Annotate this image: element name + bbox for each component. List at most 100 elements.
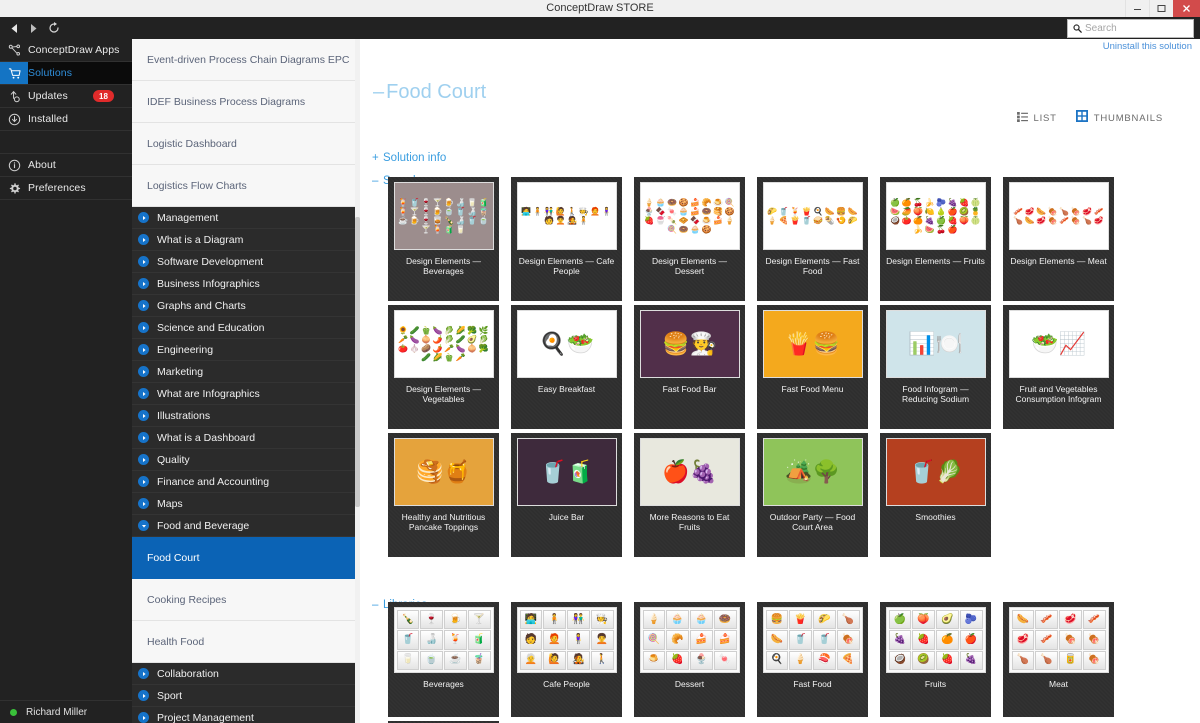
- category-item-what-are-infographics[interactable]: What are Infographics: [132, 383, 360, 405]
- section-solution-info[interactable]: + Solution info: [372, 152, 446, 164]
- sample-thumbnail[interactable]: 🌻 🥒 🫑 🍆 🥬 🌽 🥦 🌿 🥕 🍆 🧅 🌶️ 🥬 🥒 🥑 🥬 🍅 🧄 🥔 🌶️ 🥕 🍆 🧅 🥦 🥒 🌽 🫑 🥕: [393, 310, 494, 378]
- category-item-science-and-education[interactable]: Science and Education: [132, 317, 360, 339]
- library-thumbnail[interactable]: 🍦 🧁 🧁 🍩 🍭 🥐 🍰 🍰 🍮 🍓 🍨 🍬: [639, 607, 740, 673]
- sample-thumbnail[interactable]: 🍎🍇: [639, 438, 740, 506]
- category-item-what-is-a-diagram[interactable]: What is a Diagram: [132, 229, 360, 251]
- sample-card[interactable]: 🥤🧃 Juice Bar: [511, 433, 622, 557]
- view-thumbnails-button[interactable]: THUMBNAILS: [1075, 109, 1163, 127]
- sample-label: Food Infogram — Reducing Sodium: [901, 384, 970, 404]
- sample-thumbnail[interactable]: 🍦 🧁 🍩 🍪 🍰 🥐 🍮 🍭 🍨 🍫 🍬 🧁 🍰 🍩 🥞 🍪 🍓 🍧 🍡 🧇 🍫 🍮 🍰 🍦 🍭 🍩 🧁 🍪: [639, 182, 740, 250]
- sidebar-item-installed[interactable]: Installed: [0, 108, 132, 131]
- sample-thumbnail[interactable]: 🏕️🌳: [762, 438, 863, 506]
- sample-thumbnail[interactable]: 🧑‍💻 🧍 👫 🙋 🚶 🧑‍🍳 🧑‍🦰 🧍‍♀️ 🧑 🧑‍🦱 🧑‍🎤 🧍: [516, 182, 617, 250]
- sample-thumbnail[interactable]: 🌮 🥤 🍹 🍟 🍳 🌭 🍔 🌭 🍦 🍕 🍟 🥤 🥪 🌯 🍤 🌮: [762, 182, 863, 250]
- sample-card[interactable]: 🍏 🍊 🍒 🍌 🫐 🍇 🍓 🍈 🍉 🥭 🍑 🍋 🍐 🍎 🥝 🍍 🥥 🍅 🍊 🍇 🍏 🍓 🍑 🍈 🍌 🍉 🍒 🍎 Design Eleme…: [880, 177, 991, 301]
- library-icon-cell: 🌭: [1011, 610, 1035, 630]
- sample-card[interactable]: 🍦 🧁 🍩 🍪 🍰 🥐 🍮 🍭 🍨 🍫 🍬 🧁 🍰 🍩 🥞 🍪 🍓 🍧 🍡 🧇 🍫 🍮 🍰 🍦 🍭 🍩 🧁 🍪 Design Eleme…: [634, 177, 745, 301]
- category-item-quality[interactable]: Quality: [132, 449, 360, 471]
- library-card[interactable]: 🍾 🍷 🍺 🍸 🥤 🍶 🍹 🧃 🥛 🍵 ☕ 🧋 Beverages: [388, 602, 499, 717]
- sidebar-item-solutions[interactable]: Solutions: [0, 62, 132, 85]
- sample-card[interactable]: 🍟🍔 Fast Food Menu: [757, 305, 868, 429]
- category-item-sport[interactable]: Sport: [132, 685, 360, 707]
- search-input[interactable]: [1085, 21, 1181, 36]
- minimize-icon[interactable]: [1125, 0, 1149, 17]
- sample-card[interactable]: 🧑‍💻 🧍 👫 🙋 🚶 🧑‍🍳 🧑‍🦰 🧍‍♀️ 🧑 🧑‍🦱 🧑‍🎤 🧍 Design Elements…: [511, 177, 622, 301]
- sample-thumbnail[interactable]: 🥤🥬: [885, 438, 986, 506]
- sample-card[interactable]: 🌻 🥒 🫑 🍆 🥬 🌽 🥦 🌿 🥕 🍆 🧅 🌶️ 🥬 🥒 🥑 🥬 🍅 🧄 🥔 🌶️ 🥕 🍆 🧅 🥦 🥒 🌽 🫑 🥕 Design Ele…: [388, 305, 499, 429]
- sample-thumbnail[interactable]: 🥞🍯: [393, 438, 494, 506]
- library-icon-cell: 🍓: [666, 650, 689, 670]
- subcategory-item-cooking-recipes[interactable]: Cooking Recipes: [132, 579, 360, 621]
- sample-thumbnail[interactable]: 🍟🍔: [762, 310, 863, 378]
- sample-card[interactable]: 🏕️🌳 Outdoor Party — Food Court Area: [757, 433, 868, 557]
- solution-item-logistic-dashboard[interactable]: Logistic Dashboard: [132, 123, 360, 165]
- sample-card[interactable]: 🌮 🥤 🍹 🍟 🍳 🌭 🍔 🌭 🍦 🍕 🍟 🥤 🥪 🌯 🍤 🌮 Design Elements — Fast F…: [757, 177, 868, 301]
- search-box[interactable]: [1067, 19, 1194, 38]
- sample-card[interactable]: 🍳🥗 Easy Breakfast: [511, 305, 622, 429]
- category-item-collaboration[interactable]: Collaboration: [132, 663, 360, 685]
- uninstall-solution-link[interactable]: Uninstall this solution: [1103, 41, 1192, 52]
- category-item-management[interactable]: Management: [132, 207, 360, 229]
- category-item-illustrations[interactable]: Illustrations: [132, 405, 360, 427]
- subcategory-item-health-food[interactable]: Health Food: [132, 621, 360, 663]
- sidebar-item-conceptdraw-apps[interactable]: ConceptDraw Apps: [0, 39, 132, 62]
- maximize-icon[interactable]: [1149, 0, 1173, 17]
- library-icon-cell: 🍦: [789, 650, 812, 670]
- subcategory-item-food-court[interactable]: Food Court: [132, 537, 360, 579]
- sidebar-item-updates[interactable]: Updates 18: [0, 85, 132, 108]
- category-item-engineering[interactable]: Engineering: [132, 339, 360, 361]
- sample-thumbnail[interactable]: 🥗📈: [1008, 310, 1109, 378]
- category-item-project-management[interactable]: Project Management: [132, 707, 360, 723]
- sample-card[interactable]: 🥞🍯 Healthy and Nutritious Pancake Topping…: [388, 433, 499, 557]
- category-item-software-development[interactable]: Software Development: [132, 251, 360, 273]
- library-card[interactable]: 🍏 🍑 🥑 🫐 🍇 🍓 🍊 🍎 🥥 🥝 🍓 🍇 Fruits: [880, 602, 991, 717]
- sample-card[interactable]: 🥓 🥩 🌭 🍖 🍗 🍖 🥩 🥓 🍗 🌭 🥩 🍖 🥓 🍖 🍗 🥩 Design Elements — Meat: [1003, 177, 1114, 301]
- forward-icon[interactable]: [25, 20, 42, 36]
- category-item-what-is-a-dashboard[interactable]: What is a Dashboard: [132, 427, 360, 449]
- category-item-finance-and-accounting[interactable]: Finance and Accounting: [132, 471, 360, 493]
- sample-thumbnail[interactable]: 🍔🧑‍🍳: [639, 310, 740, 378]
- library-thumbnail[interactable]: 🍏 🍑 🥑 🫐 🍇 🍓 🍊 🍎 🥥 🥝 🍓 🍇: [885, 607, 986, 673]
- back-icon[interactable]: [6, 20, 23, 36]
- library-card[interactable]: 🍦 🧁 🧁 🍩 🍭 🥐 🍰 🍰 🍮 🍓 🍨 🍬 Dessert: [634, 602, 745, 717]
- page-title-collapse-sign[interactable]: –: [373, 81, 384, 103]
- sample-thumbnail[interactable]: 🍏 🍊 🍒 🍌 🫐 🍇 🍓 🍈 🍉 🥭 🍑 🍋 🍐 🍎 🥝 🍍 🥥 🍅 🍊 🍇 🍏 🍓 🍑 🍈 🍌 🍉 🍒 🍎: [885, 182, 986, 250]
- sample-card[interactable]: 🍎🍇 More Reasons to Eat Fruits: [634, 433, 745, 557]
- sample-thumbnail[interactable]: 🍹 🥤 🍷 🍸 🍺 🍶 🥛 🧃 🍹 🍸 🍷 🍺 🍵 🥤 🍶 🧋 ☕ 🍺 🍷 🥃 🍾 🍶 🥤 🍵 🍸 🍹 🧃 🥛: [393, 182, 494, 250]
- close-icon[interactable]: [1173, 0, 1200, 17]
- view-list-button[interactable]: LIST: [1016, 109, 1057, 127]
- category-item-graphs-and-charts[interactable]: Graphs and Charts: [132, 295, 360, 317]
- library-card[interactable]: 🧑‍💻 🧍 👫 🧑‍🍳 🧑 🧑‍🦰 🧍‍♀️ 🧑‍🦱 🧑‍🦳 🙋 🧑‍🎤 🚶 Cafe People: [511, 602, 622, 717]
- library-thumbnail[interactable]: 🧑‍💻 🧍 👫 🧑‍🍳 🧑 🧑‍🦰 🧍‍♀️ 🧑‍🦱 🧑‍🦳 🙋 🧑‍🎤 🚶: [516, 607, 617, 673]
- sample-thumbnail[interactable]: 📊🍽️: [885, 310, 986, 378]
- library-thumbnail[interactable]: 🍾 🍷 🍺 🍸 🥤 🍶 🍹 🧃 🥛 🍵 ☕ 🧋: [393, 607, 494, 673]
- sample-card[interactable]: 🍹 🥤 🍷 🍸 🍺 🍶 🥛 🧃 🍹 🍸 🍷 🍺 🍵 🥤 🍶 🧋 ☕ 🍺 🍷 🥃 🍾 🍶 🥤 🍵 🍸 🍹 🧃 🥛 Design Eleme…: [388, 177, 499, 301]
- sample-thumbnail[interactable]: 🍳🥗: [516, 310, 617, 378]
- solution-item-epc[interactable]: Event-driven Process Chain Diagrams EPC: [132, 39, 360, 81]
- sidebar-item-about[interactable]: About: [0, 154, 132, 177]
- thumbnail-art: 🍔🧑‍🍳: [640, 311, 739, 377]
- sample-thumbnail[interactable]: 🥤🧃: [516, 438, 617, 506]
- solutions-list-panel[interactable]: Event-driven Process Chain Diagrams EPC …: [132, 39, 360, 723]
- category-item-food-and-beverage[interactable]: Food and Beverage: [132, 515, 360, 537]
- user-status-bar[interactable]: Richard Miller: [0, 700, 132, 723]
- gear-icon: [0, 177, 28, 199]
- sample-card[interactable]: 🥤🥬 Smoothies: [880, 433, 991, 557]
- reload-icon[interactable]: [45, 20, 62, 36]
- category-item-maps[interactable]: Maps: [132, 493, 360, 515]
- thumbnail-art: 🥓 🥩 🌭 🍖 🍗 🍖 🥩 🥓 🍗 🌭 🥩 🍖 🥓 🍖 🍗 🥩: [1009, 183, 1108, 249]
- sample-card[interactable]: 🥗📈 Fruit and Vegetables Consumption Infog…: [1003, 305, 1114, 429]
- library-card[interactable]: 🍔 🍟 🌮 🍗 🌭 🥤 🥤 🍖 🍳 🍦 🍣 🍕 Fast Food: [757, 602, 868, 717]
- library-thumbnail[interactable]: 🍔 🍟 🌮 🍗 🌭 🥤 🥤 🍖 🍳 🍦 🍣 🍕: [762, 607, 863, 673]
- category-item-marketing[interactable]: Marketing: [132, 361, 360, 383]
- library-thumbnail[interactable]: 🌭 🥓 🥩 🥓 🥩 🥓 🍖 🍖 🍗 🍗 🥫 🍖: [1008, 607, 1109, 673]
- solution-item-idef[interactable]: IDEF Business Process Diagrams: [132, 81, 360, 123]
- solution-item-logistics-flow-charts[interactable]: Logistics Flow Charts: [132, 165, 360, 207]
- category-item-business-infographics[interactable]: Business Infographics: [132, 273, 360, 295]
- sample-thumbnail[interactable]: 🥓 🥩 🌭 🍖 🍗 🍖 🥩 🥓 🍗 🌭 🥩 🍖 🥓 🍖 🍗 🥩: [1008, 182, 1109, 250]
- library-icon-cell: 🍦: [642, 610, 666, 630]
- sample-card[interactable]: 🍔🧑‍🍳 Fast Food Bar: [634, 305, 745, 429]
- library-card[interactable]: 🌭 🥓 🥩 🥓 🥩 🥓 🍖 🍖 🍗 🍗 🥫 🍖 Meat: [1003, 602, 1114, 717]
- sidebar-item-preferences[interactable]: Preferences: [0, 177, 132, 200]
- sample-card[interactable]: 📊🍽️ Food Infogram — Reducing Sodium: [880, 305, 991, 429]
